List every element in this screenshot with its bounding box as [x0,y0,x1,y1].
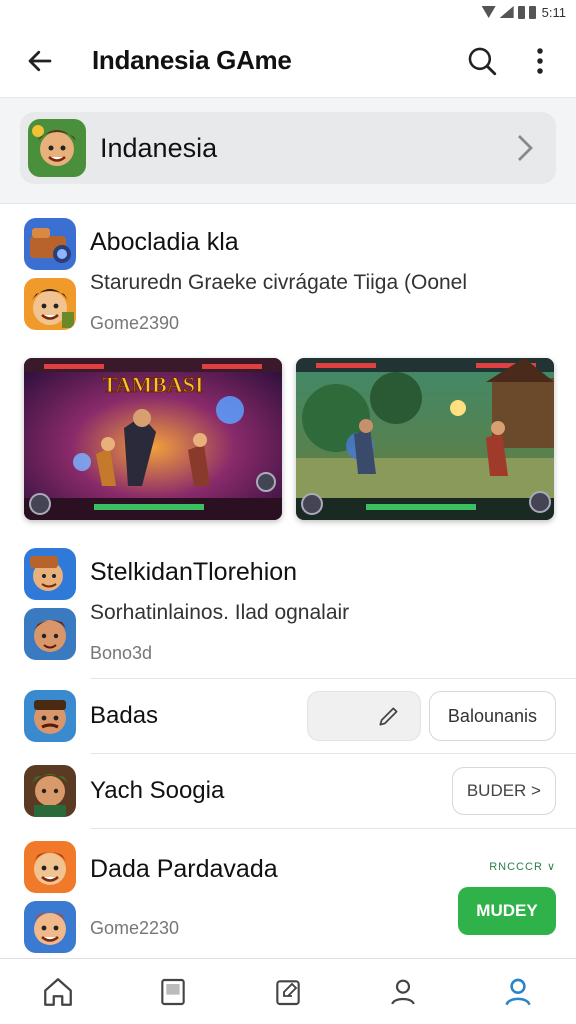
nav-library[interactable] [148,967,198,1017]
feature-2-icons [24,548,76,664]
list-item[interactable]: Yach Soogia BUDER > [0,754,576,828]
list-item-title: Badas [90,702,159,729]
game-icon [24,690,76,742]
back-button[interactable] [20,41,60,81]
feature-1-icons [24,218,76,334]
banner-card[interactable]: Indanesia [20,112,556,184]
arrow-left-icon [28,50,52,71]
list-item-title: Dada Pardavada [90,855,278,883]
banner-title: Indanesia [100,132,218,163]
nav-home[interactable] [33,967,83,1017]
list-item-title: Yach Soogia [90,777,225,804]
small-label: RNCCCR ∨ [489,860,556,873]
banner-chevron[interactable] [510,133,540,163]
feature-item-1[interactable]: Abocladia kla Staruredn Graeke civrágate… [0,204,576,334]
account-icon [505,978,531,1005]
nav-notes[interactable] [263,967,313,1017]
book-icon [161,978,185,1005]
game-icon [24,218,76,270]
nav-account[interactable] [493,967,543,1017]
app-bar: Indanesia GAme [0,24,576,98]
status-bar: 5:11 [0,0,576,24]
feature-1-text: Abocladia kla Staruredn Graeke civrágate… [90,218,467,334]
feature-2-meta: Bono3d [90,643,153,663]
search-icon [468,47,497,75]
feature-2-subtitle: Sorhatinlainos. Ilad ognalair [90,601,350,624]
screenshot-caption: TAMBASI [102,372,203,397]
game-icon [24,278,76,330]
edit-button[interactable] [306,691,421,741]
list-item-icons [24,841,76,953]
status-time: 5:11 [541,4,566,20]
game-icon [24,548,76,600]
chevron-right-icon [518,135,533,161]
banner-section: Indanesia [0,98,576,204]
list-item[interactable]: Badas Balounanis [0,679,576,753]
game-icon [24,765,76,817]
bottom-nav [0,958,576,1024]
page-title: Indanesia GAme [92,45,292,75]
status-icons [481,5,536,19]
pencil-icon [379,707,398,726]
feature-item-2[interactable]: StelkidanTlorehion Sorhatinlainos. Ilad … [0,520,576,678]
list-item[interactable]: Dada Pardavada Gome2230 RNCCCR ∨ MUDEY [0,829,576,961]
edit-note-icon [276,979,300,1005]
game-screenshot[interactable] [296,358,554,520]
feature-1-title: Abocladia kla [90,228,239,256]
action-button[interactable]: BUDER > [451,767,556,815]
feature-2-text: StelkidanTlorehion Sorhatinlainos. Ilad … [90,548,349,664]
action-button[interactable]: Balounanis [428,691,556,741]
game-icon [24,901,76,953]
battery-icon [517,5,525,19]
battery-icon-2 [528,5,536,19]
more-button[interactable] [518,39,562,83]
game-screenshot[interactable]: TAMBASI [24,358,282,520]
profile-icon [391,979,415,1005]
install-button[interactable]: MUDEY [458,886,556,935]
list-item-meta: Gome2230 [90,918,180,938]
feature-1-subtitle: Staruredn Graeke civrágate Tiiga (Oonel [90,271,468,294]
feature-2-title: StelkidanTlorehion [90,558,298,586]
game-icon [24,608,76,660]
game-icon [24,841,76,893]
wifi-icon [481,6,496,18]
search-button[interactable] [460,39,504,83]
more-vertical-icon [537,47,543,74]
signal-icon [499,6,514,18]
feature-1-meta: Gome2390 [90,313,180,333]
list-item-actions: RNCCCR ∨ MUDEY [458,860,556,935]
home-icon [43,977,72,1006]
screenshot-row: TAMBASI [0,334,576,520]
banner-avatar [28,119,86,177]
list-item-text: Dada Pardavada Gome2230 [90,855,444,939]
nav-profile[interactable] [378,967,428,1017]
